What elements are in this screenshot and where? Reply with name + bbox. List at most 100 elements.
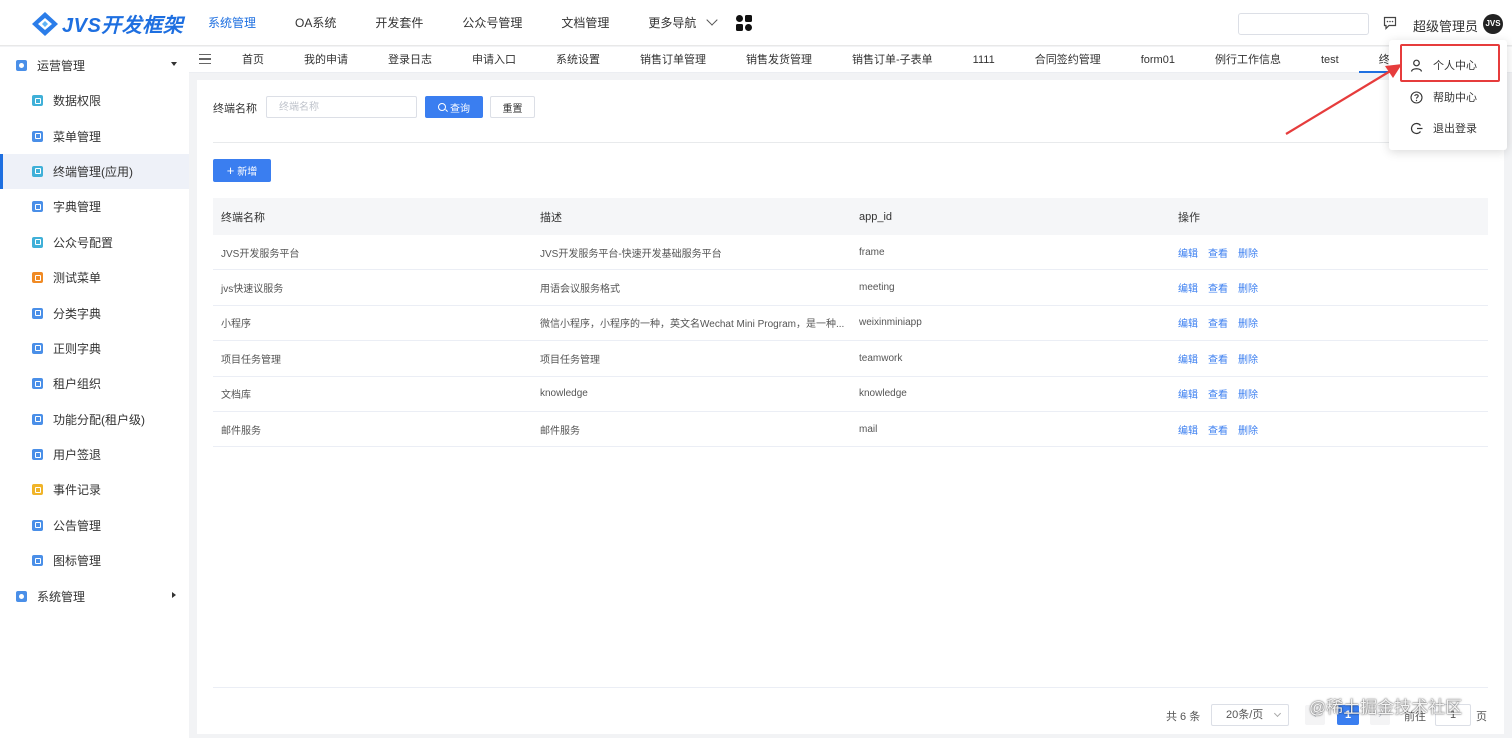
- cell-description: 邮件服务: [540, 425, 580, 437]
- logo-icon: [32, 11, 58, 36]
- message-icon[interactable]: [1383, 16, 1397, 30]
- menu-toggle-icon[interactable]: [199, 54, 211, 64]
- delete-link[interactable]: 删除: [1238, 249, 1258, 260]
- tab[interactable]: 销售订单管理: [620, 47, 726, 73]
- tab[interactable]: 申请入口: [452, 47, 536, 73]
- sidebar-group-system[interactable]: 系统管理: [0, 578, 189, 614]
- tab[interactable]: 我的申请: [284, 47, 368, 73]
- tab[interactable]: 登录日志: [368, 47, 452, 73]
- sidebar-item[interactable]: 功能分配(租户级): [0, 402, 189, 437]
- cell-description: knowledge: [540, 388, 588, 400]
- view-link[interactable]: 查看: [1208, 249, 1228, 260]
- sidebar-item[interactable]: 字典管理: [0, 189, 189, 224]
- tab[interactable]: 销售发货管理: [726, 47, 832, 73]
- tab[interactable]: 合同签约管理: [1015, 47, 1121, 73]
- tab[interactable]: 系统设置: [536, 47, 620, 73]
- query-button[interactable]: 查询: [425, 96, 483, 118]
- annotation-arrow: [1285, 64, 1402, 135]
- page-size-select[interactable]: 20条/页: [1211, 704, 1289, 726]
- sidebar-group-label: 运营管理: [37, 58, 86, 73]
- chevron-down-icon: [706, 14, 719, 26]
- topnav-system[interactable]: 系统管理: [200, 0, 264, 46]
- cell-app-id: meeting: [859, 282, 895, 294]
- sidebar-item[interactable]: 公告管理: [0, 508, 189, 543]
- menu-icon: [32, 130, 43, 142]
- sidebar-item[interactable]: 公众号配置: [0, 225, 189, 260]
- view-link[interactable]: 查看: [1208, 355, 1228, 366]
- topnav-docs[interactable]: 文档管理: [553, 0, 617, 46]
- cell-description: 微信小程序，小程序的一种，英文名Wechat Mini Program，是一种.…: [540, 319, 845, 331]
- sidebar-item[interactable]: 租户组织: [0, 366, 189, 401]
- sidebar-item[interactable]: 数据权限: [0, 83, 189, 118]
- global-search-input[interactable]: [1238, 13, 1369, 35]
- caret-right-icon: [172, 592, 176, 599]
- sidebar-item[interactable]: 图标管理: [0, 543, 189, 578]
- delete-link[interactable]: 删除: [1238, 355, 1258, 366]
- edit-link[interactable]: 编辑: [1178, 249, 1198, 260]
- topnav-wechat[interactable]: 公众号管理: [454, 0, 530, 46]
- table-row: 小程序 微信小程序，小程序的一种，英文名Wechat Mini Program，是…: [213, 306, 1488, 342]
- sidebar-item-label: 分类字典: [53, 306, 102, 321]
- chevron-down-icon: [1273, 709, 1282, 718]
- topnav-more-label: 更多导航: [648, 16, 697, 30]
- tab[interactable]: form01: [1121, 47, 1195, 73]
- delete-link[interactable]: 删除: [1238, 390, 1258, 401]
- view-link[interactable]: 查看: [1208, 284, 1228, 295]
- sidebar-item-label: 数据权限: [53, 94, 102, 109]
- sidebar-item[interactable]: 正则字典: [0, 331, 189, 366]
- add-button[interactable]: + 新增: [213, 159, 271, 182]
- topnav-dev-kit[interactable]: 开发套件: [367, 0, 431, 46]
- cell-actions: 编辑 查看 删除: [1170, 315, 1488, 330]
- top-bar: JVS开发框架 系统管理 OA系统 开发套件 公众号管理 文档管理 更多导航 超…: [0, 0, 1512, 46]
- delete-link[interactable]: 删除: [1238, 426, 1258, 437]
- topnav-oa[interactable]: OA系统: [287, 0, 344, 46]
- edit-link[interactable]: 编辑: [1178, 390, 1198, 401]
- sidebar-item[interactable]: 用户签退: [0, 437, 189, 472]
- page-size-value: 20条/页: [1226, 709, 1264, 721]
- topnav-more[interactable]: 更多导航: [640, 0, 724, 46]
- sidebar-group-operations[interactable]: 运营管理: [0, 47, 189, 83]
- edit-link[interactable]: 编辑: [1178, 284, 1198, 295]
- cell-name: jvs快速议服务: [221, 284, 284, 296]
- view-link[interactable]: 查看: [1208, 319, 1228, 330]
- view-link[interactable]: 查看: [1208, 390, 1228, 401]
- table-row: 项目任务管理 项目任务管理 teamwork 编辑 查看 删除: [213, 341, 1488, 377]
- edit-link[interactable]: 编辑: [1178, 319, 1198, 330]
- table-header: 终端名称 描述 app_id 操作: [213, 198, 1488, 235]
- menu-icon: [32, 413, 43, 425]
- apps-icon[interactable]: [735, 14, 753, 32]
- main-content: 终端名称 查询 重置 + 新增 终端名称 描述 app_id 操作 JVS开发服…: [197, 80, 1504, 734]
- terminal-name-input[interactable]: [266, 96, 417, 118]
- edit-link[interactable]: 编辑: [1178, 355, 1198, 366]
- query-button-label: 查询: [450, 103, 470, 115]
- logo[interactable]: JVS开发框架: [30, 9, 183, 38]
- username[interactable]: 超级管理员: [1413, 16, 1478, 35]
- tab[interactable]: 销售订单-子表单: [832, 47, 953, 73]
- sidebar-item[interactable]: 菜单管理: [0, 118, 189, 153]
- reset-button[interactable]: 重置: [490, 96, 535, 118]
- avatar[interactable]: JVS: [1483, 14, 1503, 34]
- tab[interactable]: 1111: [953, 47, 1015, 73]
- column-header-description: 描述: [540, 211, 562, 224]
- edit-link[interactable]: 编辑: [1178, 426, 1198, 437]
- tab[interactable]: 首页: [222, 47, 284, 73]
- sidebar-item[interactable]: 测试菜单: [0, 260, 189, 295]
- sidebar-item[interactable]: 分类字典: [0, 295, 189, 330]
- view-link[interactable]: 查看: [1208, 426, 1228, 437]
- plus-icon: +: [226, 163, 235, 178]
- menu-icon: [32, 555, 43, 567]
- pagination-total: 共 6 条: [1166, 711, 1201, 723]
- menu-icon: [32, 95, 43, 107]
- add-button-label: 新增: [237, 167, 258, 178]
- delete-link[interactable]: 删除: [1238, 319, 1258, 330]
- sidebar-item-label: 公众号配置: [53, 235, 114, 250]
- sidebar-item[interactable]: 终端管理(应用): [0, 153, 189, 190]
- cell-app-id: mail: [859, 423, 878, 435]
- search-label: 终端名称: [213, 103, 257, 115]
- sidebar-item[interactable]: 事件记录: [0, 472, 189, 507]
- delete-link[interactable]: 删除: [1238, 284, 1258, 295]
- menu-icon: [32, 236, 43, 248]
- sidebar-item-label: 功能分配(租户级): [53, 412, 145, 427]
- cell-actions: 编辑 查看 删除: [1170, 386, 1488, 401]
- divider: [213, 142, 1488, 143]
